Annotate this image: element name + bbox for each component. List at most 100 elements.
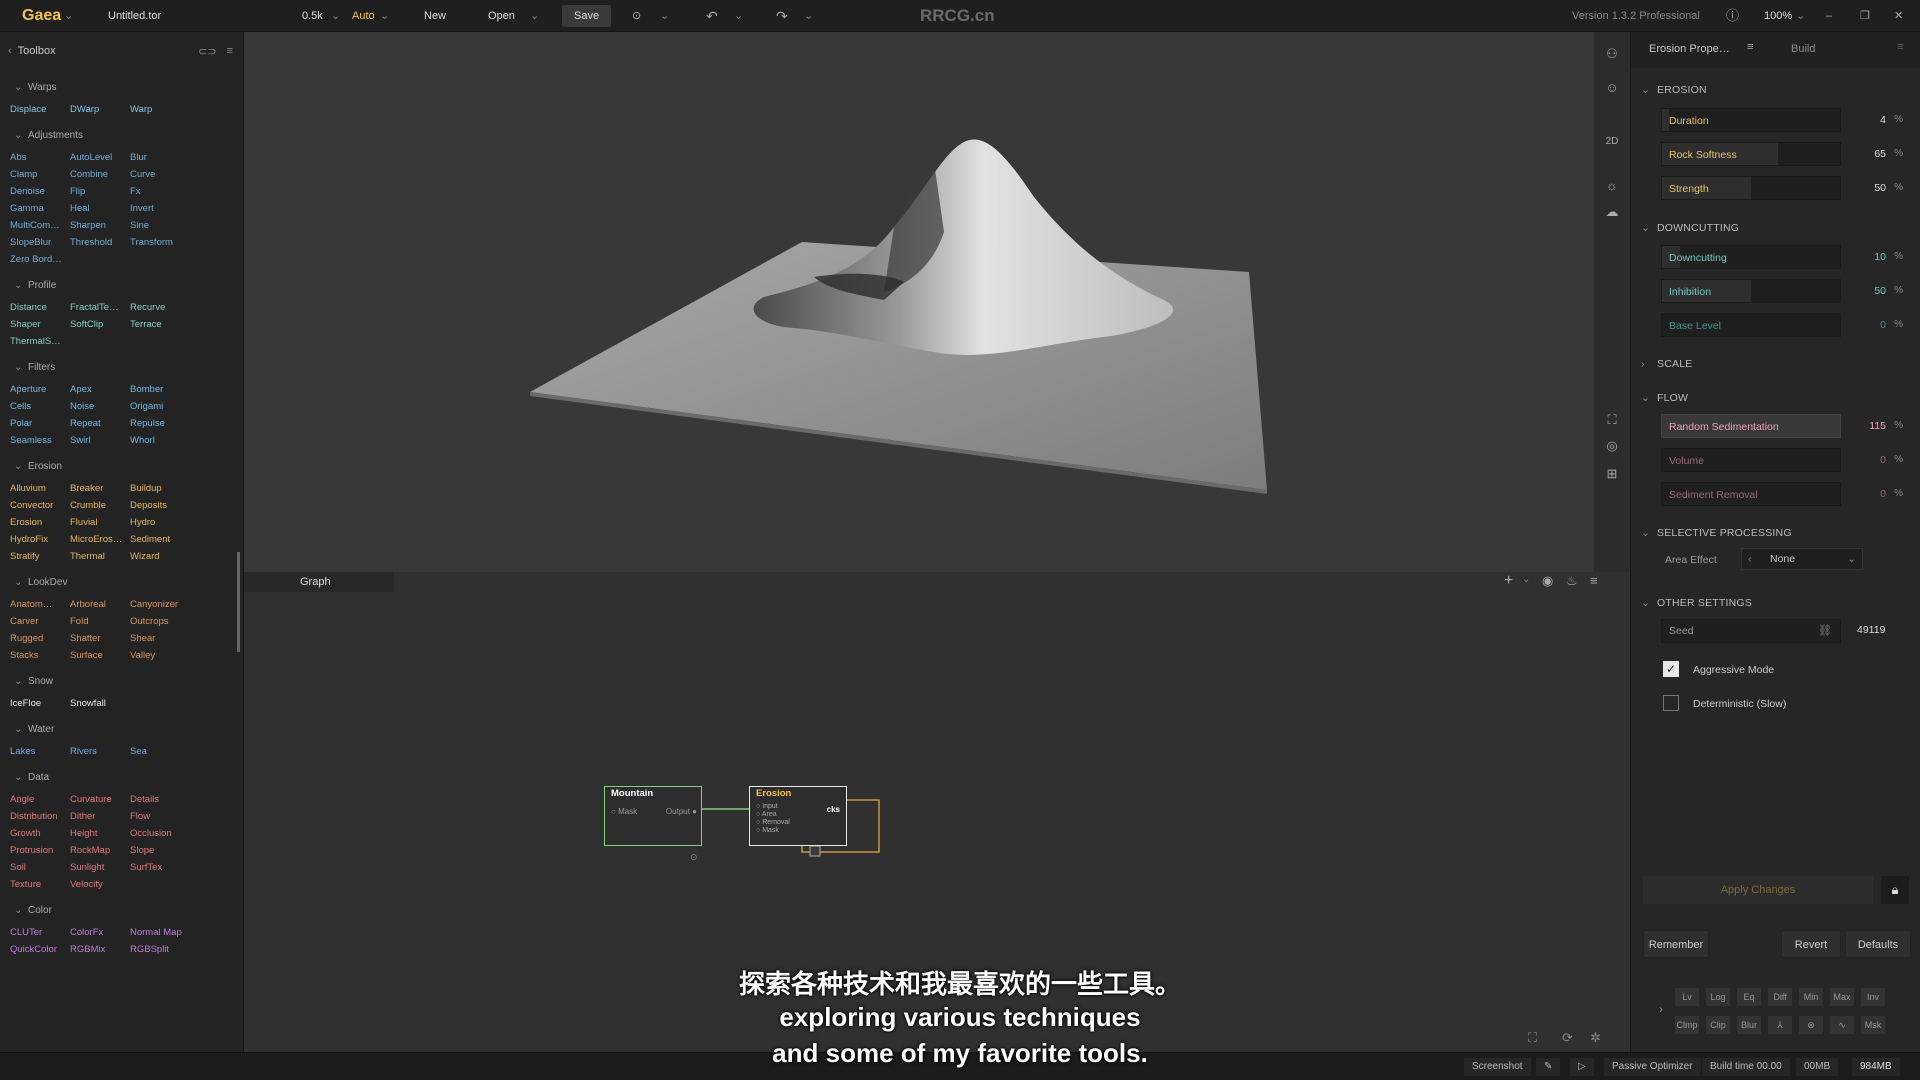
toolbox-node-item[interactable]: Recurve — [130, 300, 190, 316]
toolbox-node-item[interactable]: Shaper — [10, 317, 70, 333]
toolbox-node-item[interactable]: Clamp — [10, 167, 70, 183]
category-chevron-icon[interactable]: ⌄ — [14, 128, 28, 144]
app-menu-chevron-icon[interactable]: ⌄ — [64, 0, 73, 32]
mode-dropdown[interactable]: Auto — [352, 0, 375, 32]
toolbox-node-item[interactable]: Flow — [130, 809, 190, 825]
toolbox-node-item[interactable]: Wizard — [130, 549, 190, 565]
category-chevron-icon[interactable]: ⌄ — [14, 459, 28, 475]
toolbox-node-item[interactable]: Terrace — [130, 317, 190, 333]
param-sediment-removal[interactable]: Sediment Removal 0% — [1661, 482, 1911, 506]
grid-icon[interactable]: ⊞ — [1602, 464, 1622, 484]
category-chevron-icon[interactable]: ⌄ — [14, 722, 28, 738]
toolbox-node-item[interactable]: Breaker — [70, 481, 130, 497]
toolbox-node-item[interactable]: Threshold — [70, 235, 130, 251]
param-duration[interactable]: Duration 4% — [1661, 108, 1911, 132]
undo-icon[interactable]: ↶ — [706, 0, 718, 32]
downcutting-value[interactable]: 10 — [1874, 245, 1886, 269]
toolbox-node-item[interactable]: RGBSplit — [130, 942, 190, 958]
toolbox-category-header[interactable]: ⌄ Erosion — [0, 459, 243, 475]
node-erosion-ports[interactable]: ○ Input ○ Area ○ Removal ○ Mask — [756, 803, 790, 835]
toolbox-node-item[interactable]: Growth — [10, 826, 70, 842]
toolbox-menu-icon[interactable]: ≡ — [227, 45, 233, 57]
section-flow[interactable]: ⌄ FLOW — [1641, 392, 1688, 404]
open-chevron-icon[interactable]: ⌄ — [530, 0, 539, 32]
node-erosion-port[interactable]: ○ Area — [756, 811, 790, 819]
toolbox-node-item[interactable]: Heal — [70, 201, 130, 217]
toolbox-node-item[interactable]: Snowfall — [70, 696, 130, 712]
toolbox-node-item[interactable]: Buildup — [130, 481, 190, 497]
node-mountain-port-in[interactable]: ○ Mask — [611, 807, 637, 816]
sediment-removal-value[interactable]: 0 — [1880, 482, 1886, 506]
toolbox-node-item[interactable]: SurfTex — [130, 860, 190, 876]
toolbox-node-item[interactable]: Gamma — [10, 201, 70, 217]
toolbox-node-item[interactable]: MicroEros… — [70, 532, 130, 548]
resolution-dropdown[interactable]: 0.5k — [302, 0, 323, 32]
toolbox-node-item[interactable]: Erosion — [10, 515, 70, 531]
toolbox-node-item[interactable]: Swirl — [70, 433, 130, 449]
toolbox-category-header[interactable]: ⌄ Water — [0, 722, 243, 738]
redo-chevron-icon[interactable]: ⌄ — [804, 0, 813, 32]
toolbox-node-item[interactable]: Carver — [10, 614, 70, 630]
toolbox-category-header[interactable]: ⌄ Warps — [0, 80, 243, 96]
toolbox-node-item[interactable]: Sharpen — [70, 218, 130, 234]
toolbox-node-item[interactable]: Seamless — [10, 433, 70, 449]
toolbox-node-item[interactable]: Invert — [130, 201, 190, 217]
toolbox-node-item[interactable]: Dither — [70, 809, 130, 825]
toolbox-node-item[interactable]: Hydro — [130, 515, 190, 531]
help-icon[interactable]: ⓘ — [1726, 0, 1739, 32]
zoom-dropdown[interactable]: 100% — [1764, 0, 1792, 32]
aggressive-mode-checkbox[interactable]: ✓ — [1663, 661, 1679, 677]
toolbox-node-item[interactable]: Curve — [130, 167, 190, 183]
toolbox-node-item[interactable]: Lakes — [10, 744, 70, 760]
toolbox-category-header[interactable]: ⌄ LookDev — [0, 575, 243, 591]
build-menu-icon[interactable]: ≡ — [1897, 41, 1903, 53]
toolbox-node-item[interactable]: Height — [70, 826, 130, 842]
toolbox-category-header[interactable]: ⌄ Profile — [0, 278, 243, 294]
toolbox-node-item[interactable]: Valley — [130, 648, 190, 664]
toolbox-node-item[interactable]: SoftClip — [70, 317, 130, 333]
sun-icon[interactable]: ☼ — [1602, 176, 1622, 196]
toggle-view-icon[interactable]: ⊂⊃ — [198, 45, 216, 58]
toolbox-node-item[interactable]: Deposits — [130, 498, 190, 514]
toolbox-node-item[interactable]: Cells — [10, 399, 70, 415]
toolbox-node-item[interactable]: Origami — [130, 399, 190, 415]
maximize-icon[interactable]: ❐ — [1860, 0, 1870, 32]
toolbox-node-item[interactable]: Sediment — [130, 532, 190, 548]
mode-chevron-icon[interactable]: ⌄ — [380, 0, 389, 32]
toolbox-node-item[interactable]: Occlusion — [130, 826, 190, 842]
toolbox-node-item[interactable]: Arboreal — [70, 597, 130, 613]
defaults-button[interactable]: Defaults — [1845, 930, 1911, 958]
duration-value[interactable]: 4 — [1880, 108, 1886, 132]
toolbox-node-item[interactable]: Crumble — [70, 498, 130, 514]
toolbox-node-item[interactable]: RGBMix — [70, 942, 130, 958]
toolbox-node-item[interactable]: Abs — [10, 150, 70, 166]
toolbox-node-item[interactable]: QuickColor — [10, 942, 70, 958]
toolbox-node-item[interactable]: Fx — [130, 184, 190, 200]
param-random-sedimentation[interactable]: Random Sedimentation 115% — [1661, 414, 1911, 438]
toolbox-node-item[interactable]: Denoise — [10, 184, 70, 200]
toolbox-category-header[interactable]: ⌄ Filters — [0, 360, 243, 376]
toolbox-node-item[interactable]: Stratify — [10, 549, 70, 565]
toolbox-node-item[interactable]: Alluvium — [10, 481, 70, 497]
toolbox-node-item[interactable]: Displace — [10, 102, 70, 118]
toolbox-node-item[interactable]: ColorFx — [70, 925, 130, 941]
toolbox-node-item[interactable]: Thermal — [70, 549, 130, 565]
toolbox-node-item[interactable]: Whorl — [130, 433, 190, 449]
toolbox-node-item[interactable]: Outcrops — [130, 614, 190, 630]
toolbox-node-item[interactable]: Slope — [130, 843, 190, 859]
toolbox-node-item[interactable]: Fold — [70, 614, 130, 630]
open-button[interactable]: Open — [488, 0, 515, 32]
toolbox-node-item[interactable]: FractalTe… — [70, 300, 130, 316]
close-icon[interactable]: ✕ — [1894, 0, 1903, 32]
section-erosion[interactable]: ⌄ EROSION — [1641, 84, 1707, 96]
toolbox-node-item[interactable]: Noise — [70, 399, 130, 415]
new-button[interactable]: New — [424, 0, 446, 32]
toolbox-node-item[interactable]: Blur — [130, 150, 190, 166]
toolbox-node-item[interactable]: Combine — [70, 167, 130, 183]
node-erosion[interactable]: Erosion ○ Input ○ Area ○ Removal ○ Mask … — [749, 786, 847, 846]
2d-toggle-icon[interactable]: 2D — [1602, 132, 1622, 152]
node-mountain[interactable]: Mountain ○ Mask Output ● — [604, 786, 702, 846]
base-level-value[interactable]: 0 — [1880, 313, 1886, 337]
compass-icon[interactable]: ◎ — [1602, 436, 1622, 456]
strength-value[interactable]: 50 — [1874, 176, 1886, 200]
